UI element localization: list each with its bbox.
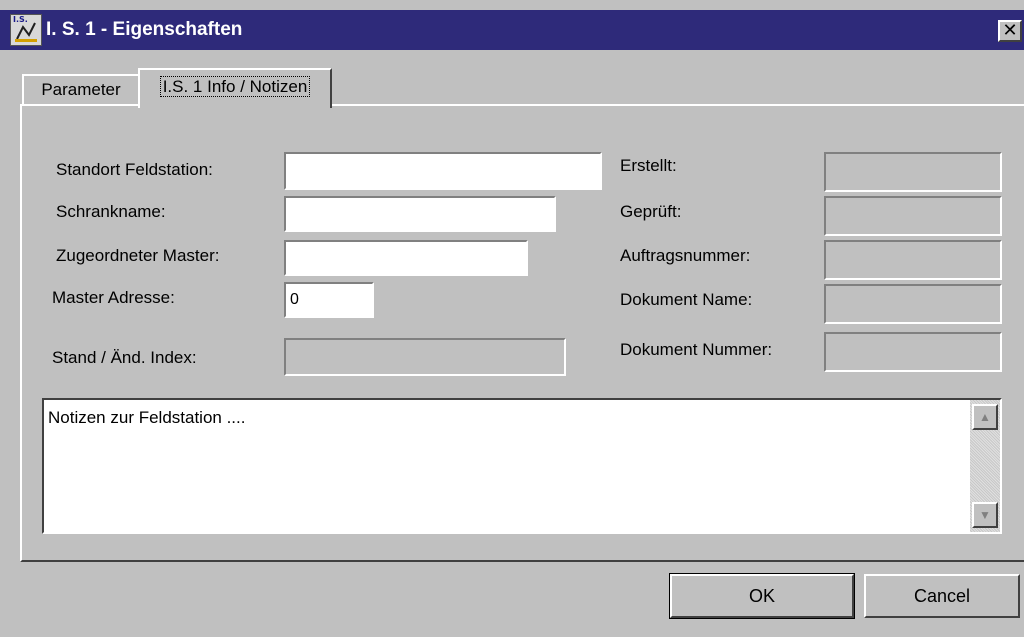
tab-parameter[interactable]: Parameter xyxy=(22,74,140,106)
app-icon: I.S. xyxy=(10,14,42,46)
properties-dialog: I.S. I. S. 1 - Eigenschaften ✕ Parameter… xyxy=(0,0,1024,637)
ok-button[interactable]: OK xyxy=(669,573,855,619)
app-icon-graphic xyxy=(15,22,37,42)
tab-panel xyxy=(20,104,1024,562)
cancel-button[interactable]: Cancel xyxy=(864,574,1020,618)
window-title: I. S. 1 - Eigenschaften xyxy=(46,19,243,40)
tab-info-notizen-label: I.S. 1 Info / Notizen xyxy=(159,76,311,97)
close-icon[interactable]: ✕ xyxy=(998,20,1022,42)
title-bar[interactable]: I.S. I. S. 1 - Eigenschaften ✕ xyxy=(0,10,1024,50)
tab-info-notizen[interactable]: I.S. 1 Info / Notizen xyxy=(138,68,332,108)
